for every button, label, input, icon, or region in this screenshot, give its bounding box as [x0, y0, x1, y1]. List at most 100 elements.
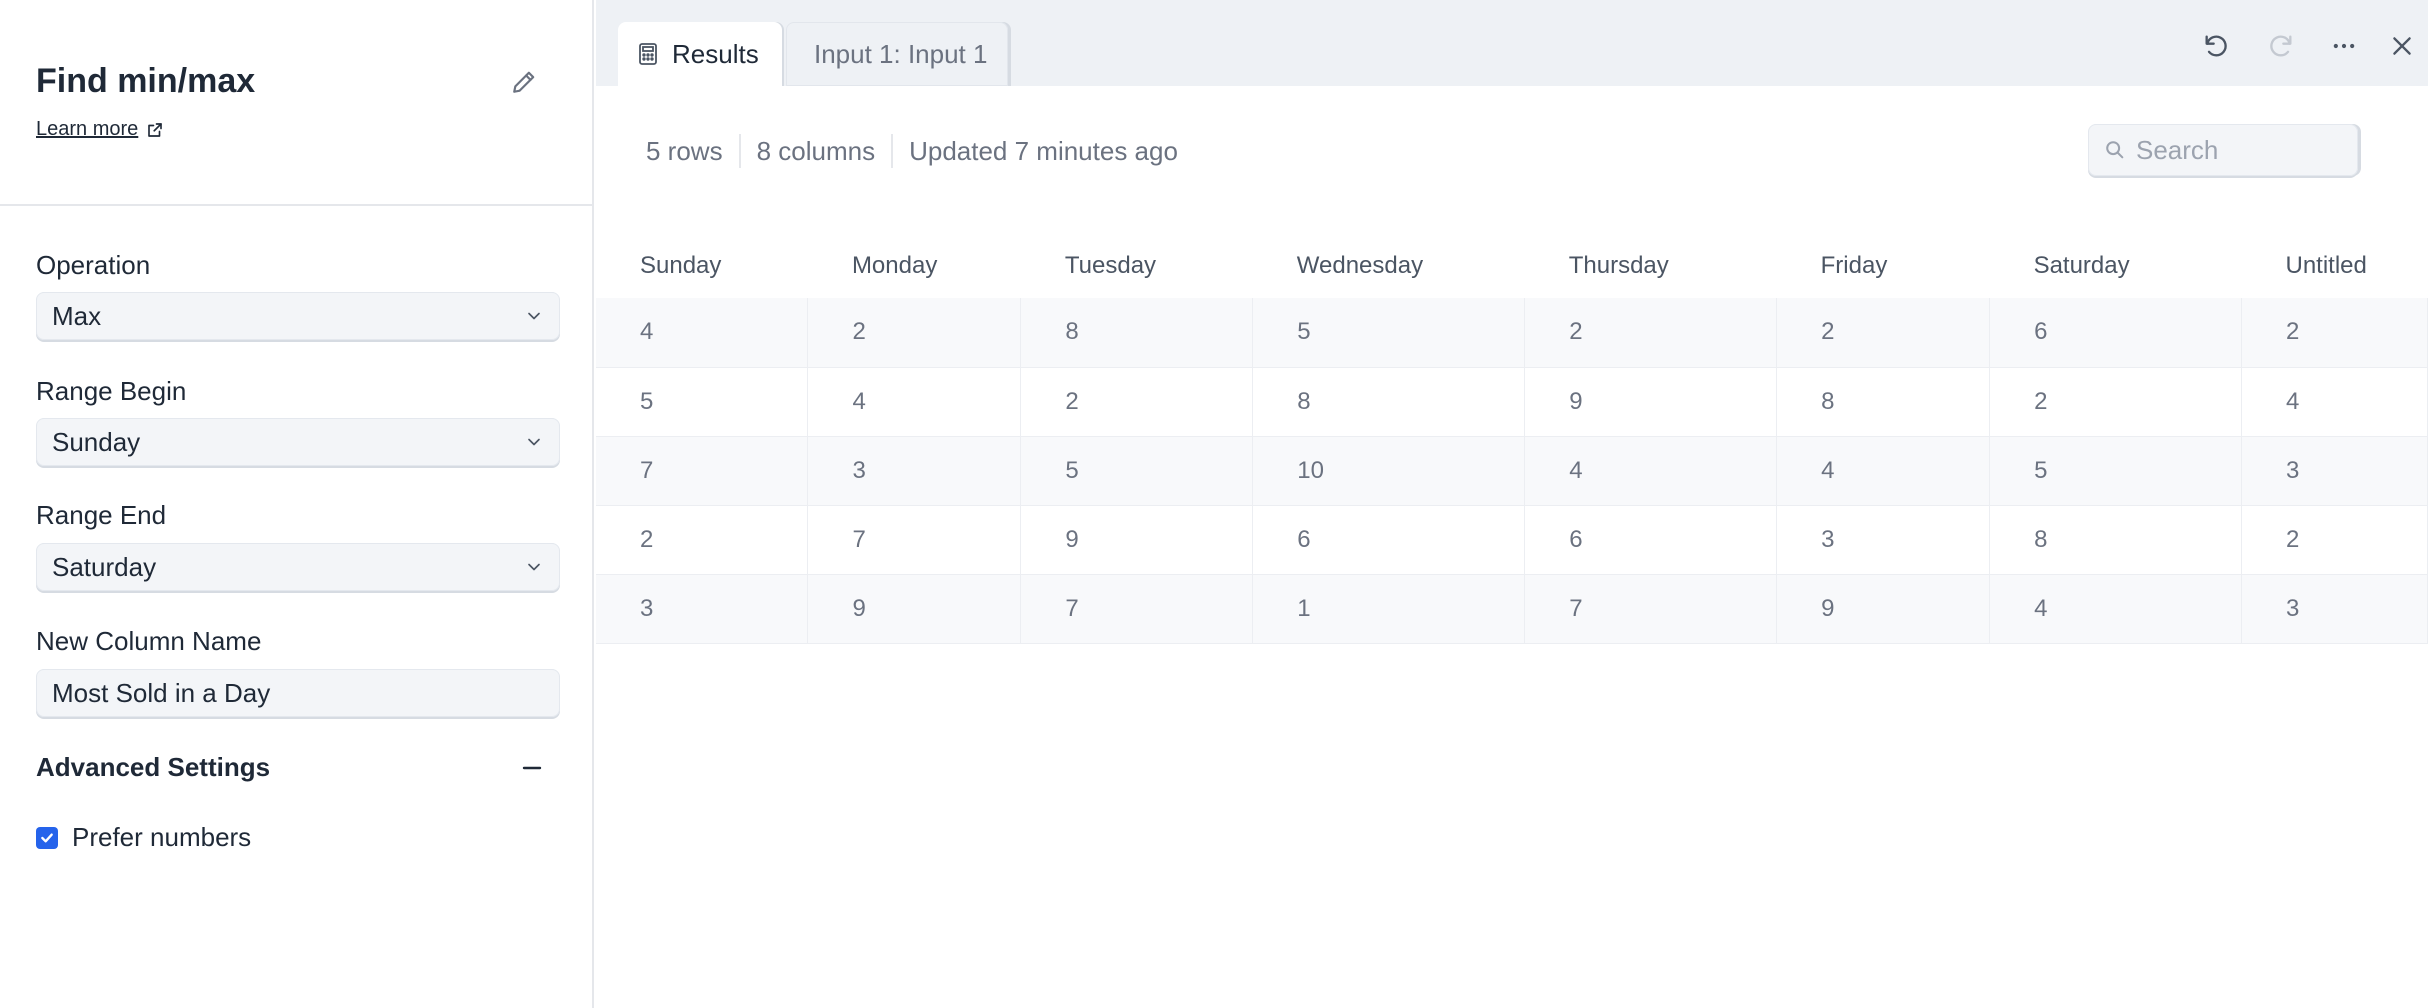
table-row: 3 9 7 1 7 9 4 3: [596, 574, 2428, 644]
table-cell[interactable]: 3: [807, 436, 1022, 506]
table-cell[interactable]: 8: [1989, 505, 2242, 575]
table-cell[interactable]: 2: [2241, 505, 2428, 575]
table-cell[interactable]: 8: [1020, 298, 1254, 368]
table-cell[interactable]: 3: [2241, 574, 2428, 644]
chevron-down-icon: [528, 312, 540, 320]
table-cell[interactable]: 5: [1020, 436, 1254, 506]
search-box[interactable]: [2088, 124, 2358, 176]
table-cell[interactable]: 7: [596, 436, 809, 506]
table-cell[interactable]: 4: [1776, 436, 1991, 506]
table-cell[interactable]: 4: [1524, 436, 1778, 506]
table-cell[interactable]: 8: [1252, 367, 1526, 437]
external-link-icon: [148, 122, 163, 137]
table-cell[interactable]: 5: [1989, 436, 2242, 506]
table-cell[interactable]: 3: [596, 574, 809, 644]
table-cell[interactable]: 5: [1252, 298, 1526, 368]
table-cell[interactable]: 6: [1989, 298, 2242, 368]
table-cell[interactable]: 2: [1989, 367, 2242, 437]
table-cell[interactable]: 9: [1020, 505, 1254, 575]
column-header[interactable]: Untitled: [2241, 234, 2427, 298]
operation-value: Max: [52, 300, 102, 331]
range-end-select[interactable]: Saturday: [36, 543, 560, 591]
table-cell[interactable]: 2: [2241, 298, 2428, 368]
table-meta: 5 rows 8 columns Updated 7 minutes ago: [646, 134, 1178, 168]
close-icon: [2393, 37, 2411, 55]
divider: [891, 134, 894, 168]
table-cell[interactable]: 6: [1252, 505, 1526, 575]
table-cell[interactable]: 4: [2241, 367, 2428, 437]
learn-more-link[interactable]: Learn more: [36, 118, 164, 141]
table-row: 2 7 9 6 6 3 8 2: [596, 505, 2428, 575]
table-row: 5 4 2 8 9 8 2 4: [596, 367, 2428, 437]
table-cell[interactable]: 10: [1252, 436, 1526, 506]
column-header[interactable]: Sunday: [596, 234, 808, 298]
table-header-row: Sunday Monday Tuesday Wednesday Thursday…: [596, 234, 2428, 298]
range-end-value: Saturday: [52, 551, 157, 582]
updated-time: Updated 7 minutes ago: [909, 135, 1178, 166]
table-cell[interactable]: 1: [1252, 574, 1526, 644]
table-cell[interactable]: 3: [2241, 436, 2428, 506]
settings-panel: Find min/max Learn more Operation Max Ra…: [0, 0, 594, 1008]
operation-label: Operation: [36, 250, 151, 280]
check-icon: [41, 833, 53, 842]
column-header[interactable]: Saturday: [1990, 234, 2242, 298]
table-row: 7 3 5 10 4 4 5 3: [596, 436, 2428, 506]
column-header[interactable]: Monday: [808, 234, 1021, 298]
table-cell[interactable]: 4: [596, 298, 809, 368]
tab-results[interactable]: Results: [618, 22, 782, 86]
table-cell[interactable]: 7: [1020, 574, 1254, 644]
table-cell[interactable]: 2: [807, 298, 1022, 368]
column-header[interactable]: Friday: [1777, 234, 1990, 298]
new-column-name-value: Most Sold in a Day: [52, 677, 271, 708]
operation-select[interactable]: Max: [36, 292, 560, 340]
divider: [738, 134, 741, 168]
edit-title-button[interactable]: [504, 62, 544, 102]
more-icon: [2333, 43, 2355, 49]
table-cell[interactable]: 7: [1524, 574, 1778, 644]
pencil-icon: [513, 71, 535, 93]
undo-icon: [2205, 35, 2227, 57]
table-cell[interactable]: 2: [1776, 298, 1991, 368]
table-cell[interactable]: 9: [1524, 367, 1778, 437]
table-cell[interactable]: 2: [1020, 367, 1254, 437]
search-input[interactable]: [2136, 134, 2336, 166]
new-column-name-label: New Column Name: [36, 626, 262, 656]
table-cell[interactable]: 7: [807, 505, 1022, 575]
close-button[interactable]: [2382, 26, 2422, 66]
undo-button[interactable]: [2196, 26, 2236, 66]
table-cell[interactable]: 9: [1776, 574, 1991, 644]
search-icon: [2106, 141, 2124, 159]
table-cell[interactable]: 2: [1524, 298, 1778, 368]
column-header[interactable]: Thursday: [1525, 234, 1777, 298]
prefer-numbers-label: Prefer numbers: [72, 822, 252, 852]
column-header[interactable]: Wednesday: [1253, 234, 1525, 298]
table-cell[interactable]: 9: [807, 574, 1022, 644]
tab-results-label: Results: [672, 38, 759, 69]
range-begin-select[interactable]: Sunday: [36, 418, 560, 466]
calculator-icon: [639, 43, 657, 65]
results-panel: Results Input 1: Input 1 5 rows 8 column…: [596, 0, 2428, 1008]
range-end-label: Range End: [36, 500, 167, 530]
more-options-button[interactable]: [2324, 26, 2364, 66]
prefer-numbers-checkbox[interactable]: [36, 826, 58, 849]
prefer-numbers-row: Prefer numbers: [36, 822, 251, 853]
minus-icon: [522, 766, 542, 770]
tab-input-1[interactable]: Input 1: Input 1: [786, 22, 1008, 86]
row-count: 5 rows: [646, 135, 723, 166]
table-cell[interactable]: 4: [807, 367, 1022, 437]
tab-bar: Results Input 1: Input 1: [596, 0, 2428, 86]
table-cell[interactable]: 8: [1776, 367, 1991, 437]
table-cell[interactable]: 5: [596, 367, 809, 437]
redo-button[interactable]: [2261, 26, 2301, 66]
table-cell[interactable]: 2: [596, 505, 809, 575]
results-table: Sunday Monday Tuesday Wednesday Thursday…: [596, 234, 2428, 644]
column-header[interactable]: Tuesday: [1021, 234, 1253, 298]
table-cell[interactable]: 6: [1524, 505, 1778, 575]
table-cell[interactable]: 4: [1989, 574, 2242, 644]
range-begin-label: Range Begin: [36, 376, 187, 406]
new-column-name-input[interactable]: Most Sold in a Day: [36, 669, 560, 717]
column-count: 8 columns: [756, 135, 876, 166]
redo-icon: [2270, 35, 2292, 57]
table-cell[interactable]: 3: [1776, 505, 1991, 575]
advanced-settings-collapse-button[interactable]: [516, 752, 548, 784]
